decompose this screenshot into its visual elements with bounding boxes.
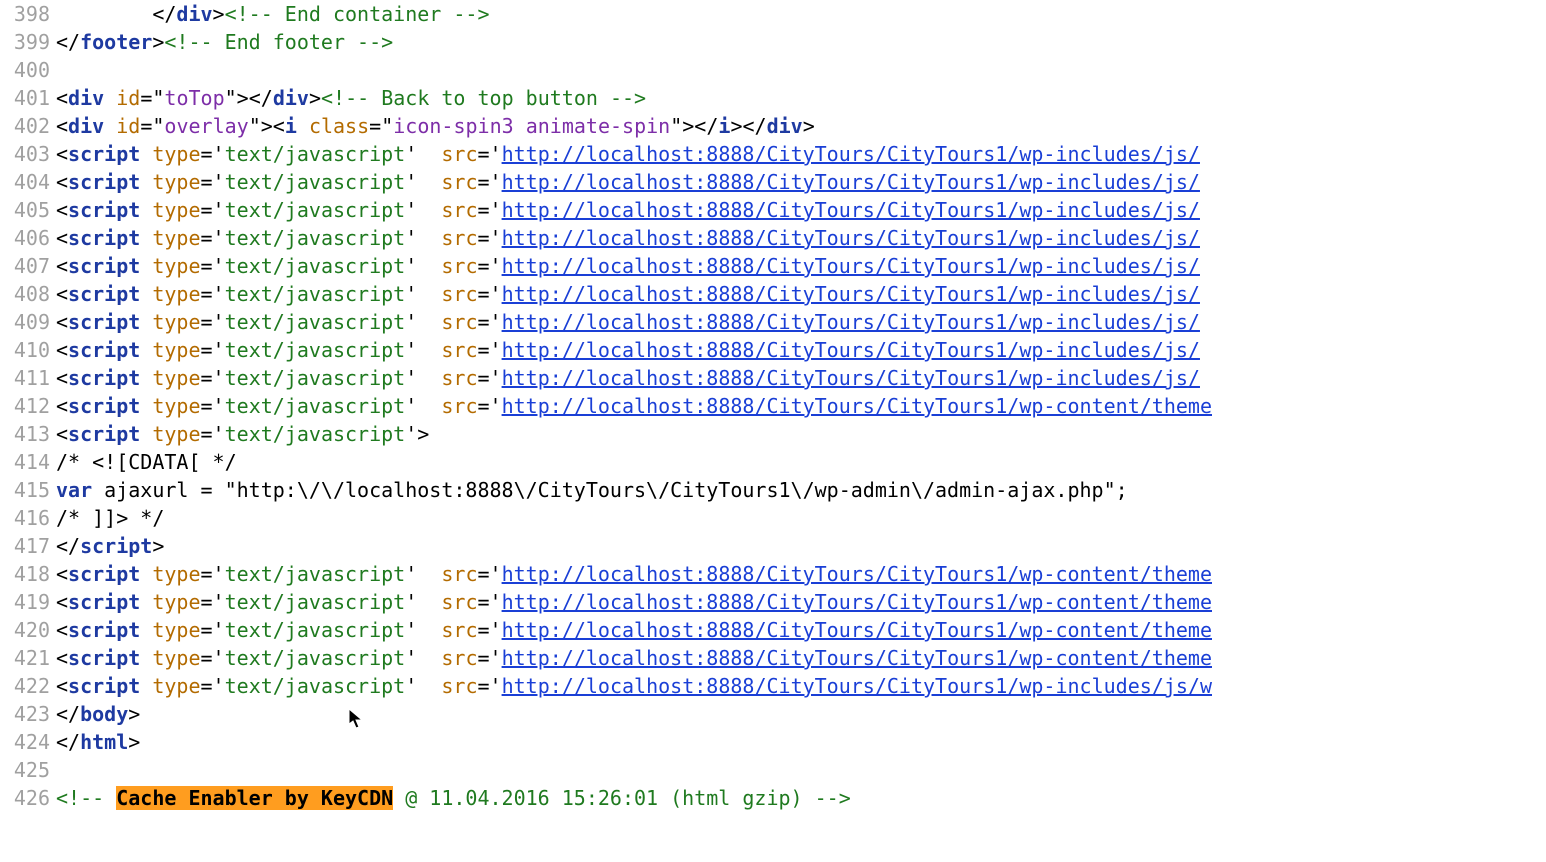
code-area[interactable]: </div><!-- End container --></footer><!-…: [56, 0, 1546, 812]
search-highlight: Cache Enabler by KeyCDN: [116, 786, 393, 810]
source-url-link[interactable]: http://localhost:8888/CityTours/CityTour…: [502, 338, 1200, 362]
code-line[interactable]: <script type='text/javascript' src='http…: [56, 280, 1546, 308]
code-line[interactable]: <script type='text/javascript' src='http…: [56, 168, 1546, 196]
code-line[interactable]: <!-- Cache Enabler by KeyCDN @ 11.04.201…: [56, 784, 1546, 812]
line-number: 410: [0, 336, 50, 364]
code-line[interactable]: <script type='text/javascript' src='http…: [56, 364, 1546, 392]
code-line[interactable]: <div id="toTop"></div><!-- Back to top b…: [56, 84, 1546, 112]
line-number: 406: [0, 224, 50, 252]
source-url-link[interactable]: http://localhost:8888/CityTours/CityTour…: [502, 646, 1212, 670]
line-number: 415: [0, 476, 50, 504]
line-number: 416: [0, 504, 50, 532]
line-number: 417: [0, 532, 50, 560]
source-url-link[interactable]: http://localhost:8888/CityTours/CityTour…: [502, 198, 1200, 222]
code-line[interactable]: <script type='text/javascript' src='http…: [56, 308, 1546, 336]
source-url-link[interactable]: http://localhost:8888/CityTours/CityTour…: [502, 310, 1200, 334]
source-url-link[interactable]: http://localhost:8888/CityTours/CityTour…: [502, 674, 1212, 698]
line-number: 399: [0, 28, 50, 56]
source-url-link[interactable]: http://localhost:8888/CityTours/CityTour…: [502, 254, 1200, 278]
code-line[interactable]: /* ]]> */: [56, 504, 1546, 532]
code-line[interactable]: <script type='text/javascript' src='http…: [56, 224, 1546, 252]
source-url-link[interactable]: http://localhost:8888/CityTours/CityTour…: [502, 282, 1200, 306]
line-number: 413: [0, 420, 50, 448]
code-line[interactable]: <div id="overlay"><i class="icon-spin3 a…: [56, 112, 1546, 140]
line-number: 425: [0, 756, 50, 784]
line-number: 407: [0, 252, 50, 280]
line-number: 423: [0, 700, 50, 728]
line-number: 408: [0, 280, 50, 308]
code-line[interactable]: </body>: [56, 700, 1546, 728]
code-line[interactable]: [56, 56, 1546, 84]
code-line[interactable]: <script type='text/javascript' src='http…: [56, 588, 1546, 616]
line-number: 404: [0, 168, 50, 196]
code-line[interactable]: <script type='text/javascript' src='http…: [56, 336, 1546, 364]
code-line[interactable]: <script type='text/javascript' src='http…: [56, 196, 1546, 224]
source-url-link[interactable]: http://localhost:8888/CityTours/CityTour…: [502, 394, 1212, 418]
line-number: 426: [0, 784, 50, 812]
line-number: 411: [0, 364, 50, 392]
code-line[interactable]: var ajaxurl = "http:\/\/localhost:8888\/…: [56, 476, 1546, 504]
line-number: 401: [0, 84, 50, 112]
code-line[interactable]: [56, 756, 1546, 784]
code-line[interactable]: </div><!-- End container -->: [56, 0, 1546, 28]
line-number: 419: [0, 588, 50, 616]
line-number: 405: [0, 196, 50, 224]
line-number: 398: [0, 0, 50, 28]
code-line[interactable]: <script type='text/javascript'>: [56, 420, 1546, 448]
source-url-link[interactable]: http://localhost:8888/CityTours/CityTour…: [502, 366, 1200, 390]
line-number: 422: [0, 672, 50, 700]
code-line[interactable]: <script type='text/javascript' src='http…: [56, 140, 1546, 168]
code-line[interactable]: </html>: [56, 728, 1546, 756]
line-number: 418: [0, 560, 50, 588]
source-url-link[interactable]: http://localhost:8888/CityTours/CityTour…: [502, 170, 1200, 194]
code-line[interactable]: </footer><!-- End footer -->: [56, 28, 1546, 56]
code-line[interactable]: <script type='text/javascript' src='http…: [56, 392, 1546, 420]
code-line[interactable]: <script type='text/javascript' src='http…: [56, 644, 1546, 672]
code-line[interactable]: <script type='text/javascript' src='http…: [56, 672, 1546, 700]
code-line[interactable]: </script>: [56, 532, 1546, 560]
line-number: 421: [0, 644, 50, 672]
line-number: 403: [0, 140, 50, 168]
source-url-link[interactable]: http://localhost:8888/CityTours/CityTour…: [502, 590, 1212, 614]
line-number: 424: [0, 728, 50, 756]
line-number: 400: [0, 56, 50, 84]
code-line[interactable]: /* <![CDATA[ */: [56, 448, 1546, 476]
source-url-link[interactable]: http://localhost:8888/CityTours/CityTour…: [502, 142, 1200, 166]
line-number-gutter: 3983994004014024034044054064074084094104…: [0, 0, 56, 812]
line-number: 412: [0, 392, 50, 420]
code-editor[interactable]: 3983994004014024034044054064074084094104…: [0, 0, 1546, 812]
line-number: 409: [0, 308, 50, 336]
source-url-link[interactable]: http://localhost:8888/CityTours/CityTour…: [502, 226, 1200, 250]
code-line[interactable]: <script type='text/javascript' src='http…: [56, 560, 1546, 588]
code-line[interactable]: <script type='text/javascript' src='http…: [56, 252, 1546, 280]
source-url-link[interactable]: http://localhost:8888/CityTours/CityTour…: [502, 618, 1212, 642]
code-line[interactable]: <script type='text/javascript' src='http…: [56, 616, 1546, 644]
line-number: 420: [0, 616, 50, 644]
line-number: 402: [0, 112, 50, 140]
source-url-link[interactable]: http://localhost:8888/CityTours/CityTour…: [502, 562, 1212, 586]
line-number: 414: [0, 448, 50, 476]
